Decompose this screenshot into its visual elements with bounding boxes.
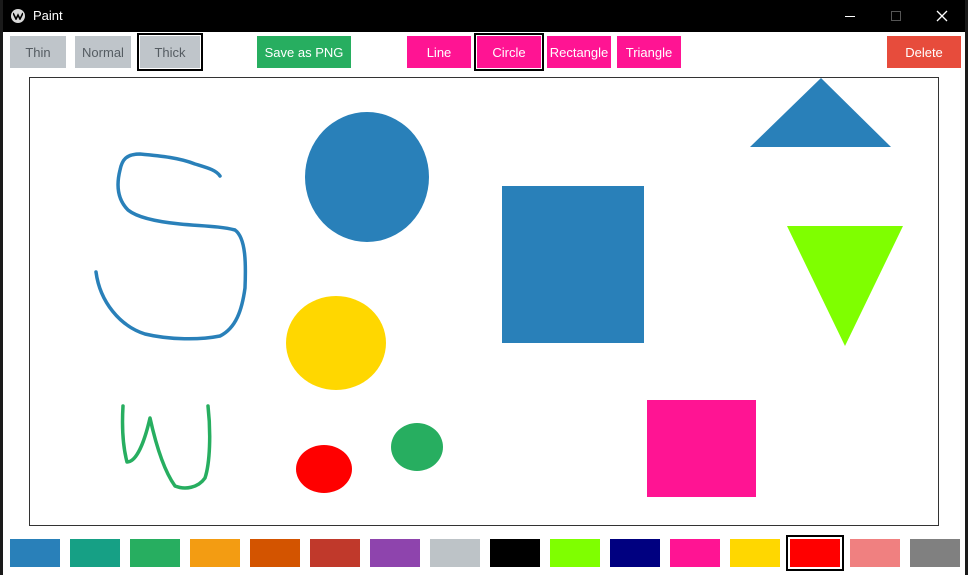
color-swatch[interactable] [430,539,480,567]
circle-tool-button[interactable]: Circle [474,33,544,71]
color-swatch[interactable] [786,535,844,571]
app-icon [11,9,25,23]
close-icon [936,10,948,22]
color-swatch[interactable] [670,539,720,567]
triangle-tool-button[interactable]: Triangle [617,36,681,68]
lime-triangle [787,226,903,346]
title-bar: Paint [3,0,965,32]
line-tool-button[interactable]: Line [407,36,471,68]
blue-circle [305,112,429,242]
color-swatch[interactable] [490,539,540,567]
color-swatch[interactable] [850,539,900,567]
color-swatch[interactable] [250,539,300,567]
blue-triangle [750,78,891,147]
rectangle-tool-button[interactable]: Rectangle [547,36,611,68]
delete-button[interactable]: Delete [887,36,961,68]
yellow-circle [286,296,386,390]
color-swatch[interactable] [10,539,60,567]
thin-button[interactable]: Thin [10,36,66,68]
minimize-icon [845,16,855,17]
color-swatch[interactable] [190,539,240,567]
blue-rectangle [502,186,644,343]
color-swatch[interactable] [610,539,660,567]
thick-button[interactable]: Thick [137,33,203,71]
close-button[interactable] [919,0,965,32]
green-freehand-stroke [120,404,212,490]
canvas-drawing [94,78,903,497]
green-circle [391,423,443,471]
red-circle [296,445,352,493]
normal-button[interactable]: Normal [75,36,131,68]
paint-window: Paint Thin Normal Thick Save as PNG Line… [3,0,965,575]
maximize-button[interactable] [873,0,919,32]
color-swatch[interactable] [550,539,600,567]
save-png-button[interactable]: Save as PNG [257,36,351,68]
color-swatch[interactable] [130,539,180,567]
color-swatch[interactable] [310,539,360,567]
color-swatch[interactable] [370,539,420,567]
blue-freehand-stroke [94,152,248,341]
pink-rectangle [647,400,756,497]
minimize-button[interactable] [827,0,873,32]
color-swatch[interactable] [910,539,960,567]
drawing-canvas[interactable] [29,77,939,526]
window-title: Paint [33,8,63,23]
maximize-icon [891,11,901,21]
color-swatch[interactable] [730,539,780,567]
color-swatch[interactable] [70,539,120,567]
